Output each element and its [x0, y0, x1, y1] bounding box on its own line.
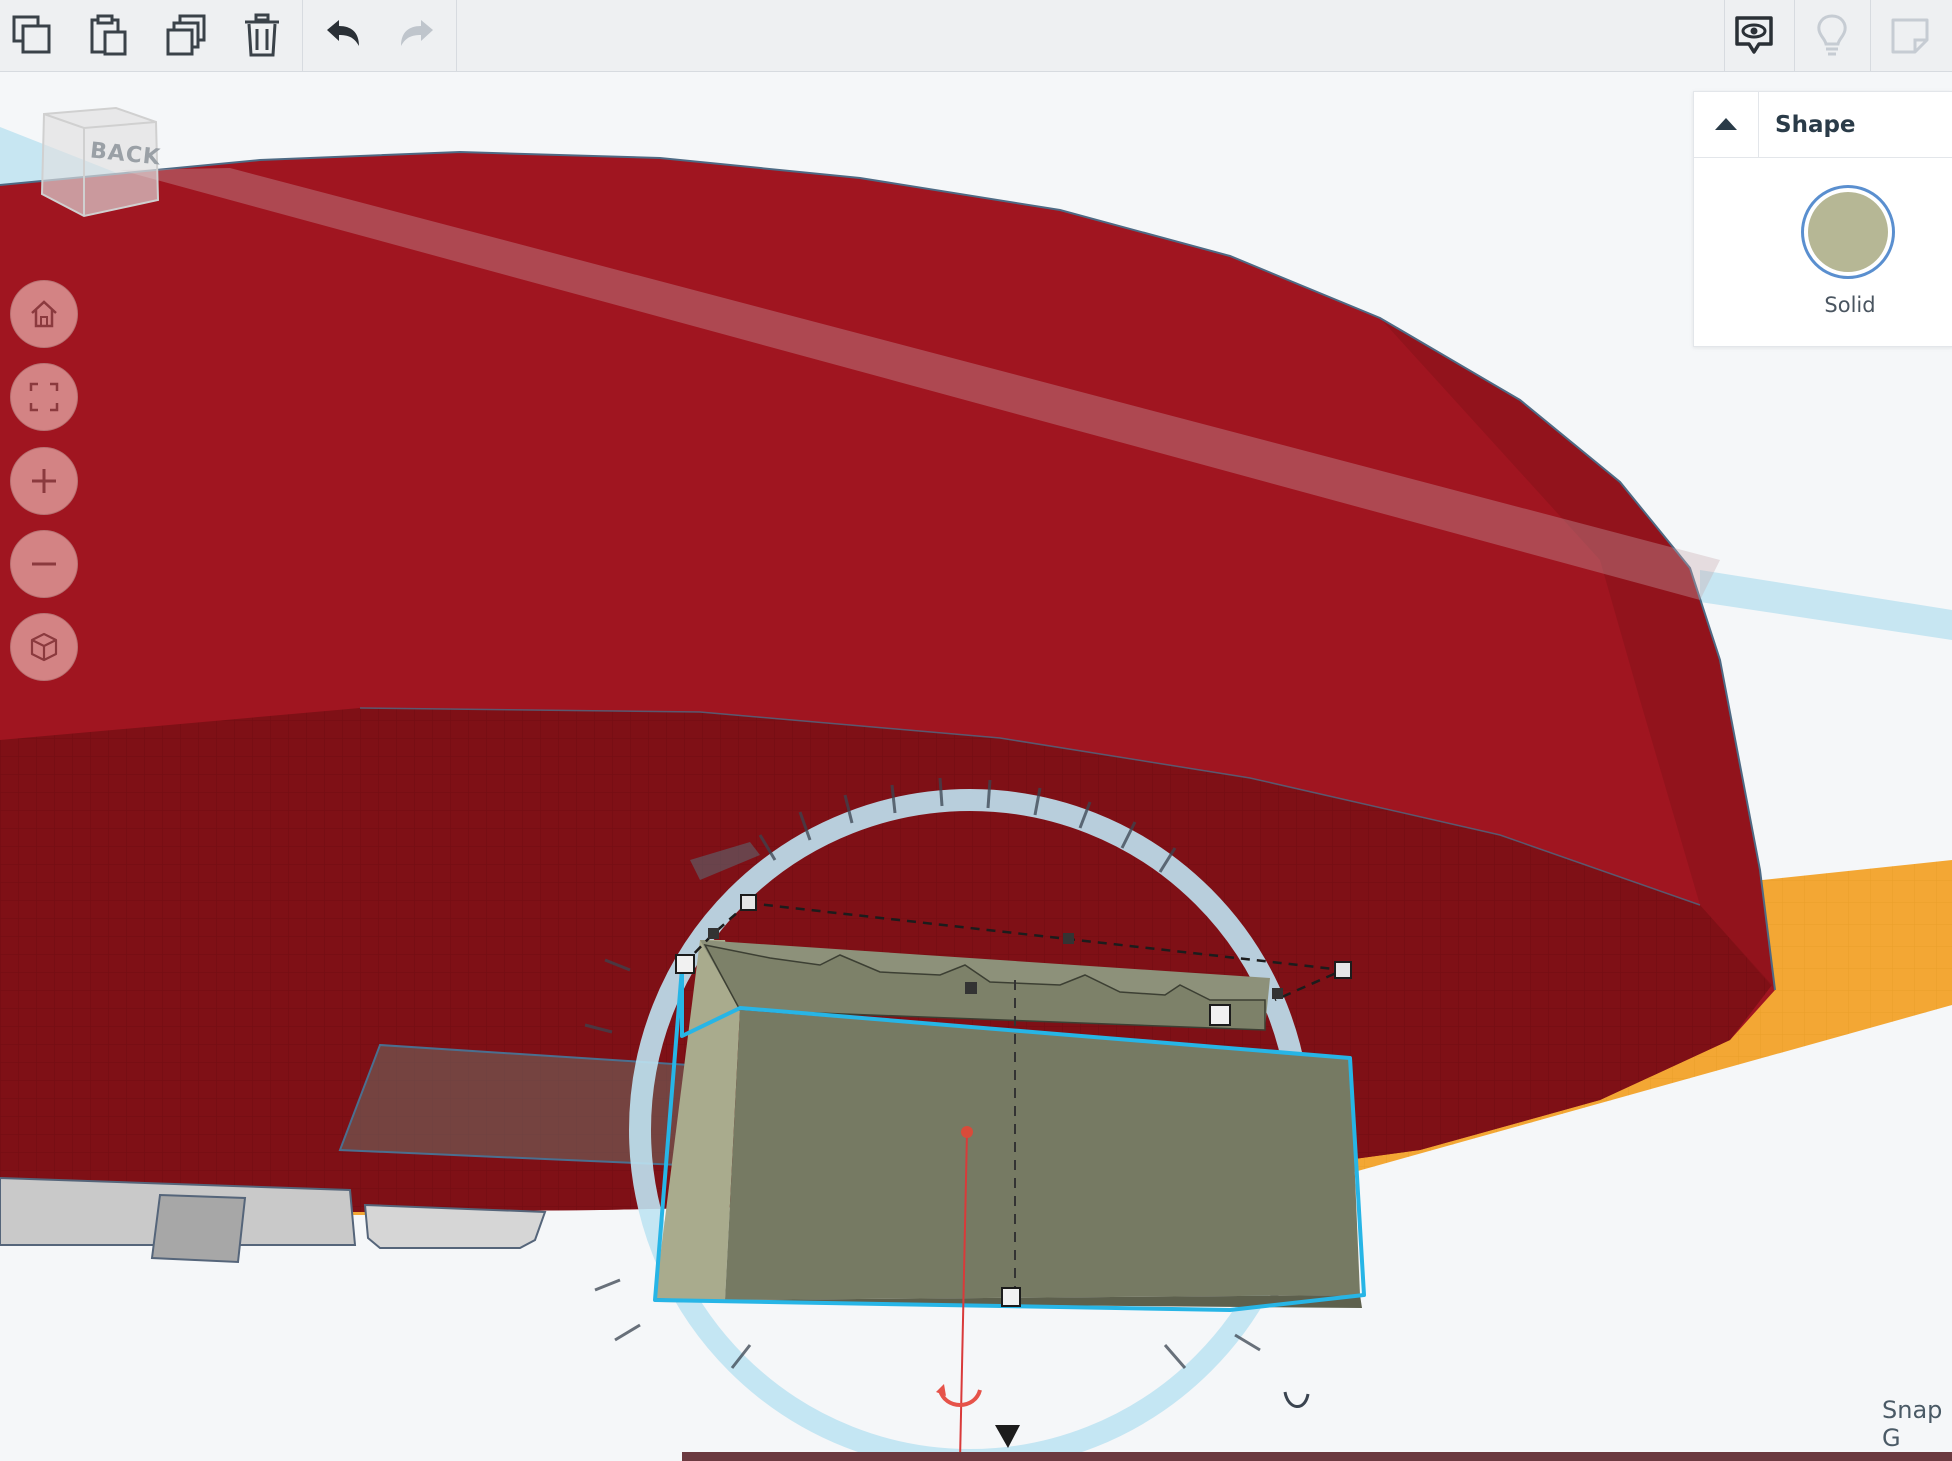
redo-button[interactable]: [388, 6, 448, 64]
resize-handle[interactable]: [1001, 1287, 1021, 1307]
minus-icon: [32, 562, 56, 566]
toolbar-divider: [456, 0, 457, 71]
copy-icon: [12, 15, 51, 54]
main-toolbar: [0, 0, 1952, 72]
solid-color-swatch[interactable]: [1801, 185, 1895, 279]
bottom-strip: [682, 1452, 1952, 1461]
toolbar-divider: [302, 0, 303, 71]
trash-icon: [245, 13, 279, 57]
copy-button[interactable]: [2, 6, 62, 64]
inspector-title: Shape: [1775, 111, 1856, 138]
fit-view-icon: [29, 382, 59, 412]
scene-canvas[interactable]: [0, 72, 1952, 1461]
note-icon: [1891, 18, 1929, 54]
resize-handle[interactable]: [675, 954, 695, 974]
paste-button[interactable]: [78, 6, 138, 64]
home-icon: [31, 300, 57, 328]
olive-shape-front[interactable]: [725, 1010, 1360, 1300]
resize-handle[interactable]: [1334, 961, 1352, 979]
resize-handle[interactable]: [1209, 1004, 1231, 1026]
3d-viewport[interactable]: [0, 72, 1952, 1461]
handle-dot: [965, 982, 977, 994]
grey-post[interactable]: [150, 1193, 247, 1264]
home-view-button[interactable]: [10, 280, 78, 348]
duplicate-icon: [166, 14, 206, 56]
hints-button[interactable]: [1802, 6, 1862, 64]
handle-dot: [708, 928, 719, 939]
snap-grid-label[interactable]: Snap G: [1882, 1396, 1952, 1452]
plus-icon: [32, 469, 56, 493]
inspector-collapse-button[interactable]: [1694, 92, 1759, 157]
toolbar-divider: [1870, 0, 1871, 71]
solid-label[interactable]: Solid: [1694, 293, 1952, 317]
shape-inspector: Shape Solid: [1693, 91, 1952, 347]
triangle-up-icon: [1715, 117, 1737, 130]
lightbulb-icon: [1817, 14, 1847, 56]
zoom-out-button[interactable]: [10, 530, 78, 598]
undo-button[interactable]: [312, 6, 372, 64]
toolbar-divider: [1794, 0, 1795, 71]
notes-button[interactable]: [1880, 6, 1940, 64]
solid-color-fill: [1808, 192, 1888, 272]
perspective-button[interactable]: [10, 613, 78, 681]
duplicate-button[interactable]: [156, 6, 216, 64]
resize-handle[interactable]: [740, 894, 757, 911]
grey-foot[interactable]: [363, 1203, 547, 1249]
cube-icon: [30, 632, 58, 662]
height-axis-origin: [961, 1126, 973, 1138]
paste-icon: [90, 14, 127, 56]
show-all-button[interactable]: [1724, 6, 1784, 64]
redo-icon: [401, 20, 433, 46]
handle-dot: [1272, 988, 1283, 999]
fit-view-button[interactable]: [10, 363, 78, 431]
eye-bubble-icon: [1735, 16, 1773, 54]
inspector-header: Shape: [1694, 92, 1952, 158]
delete-button[interactable]: [232, 6, 292, 64]
handle-dot: [1063, 933, 1074, 944]
zoom-in-button[interactable]: [10, 447, 78, 515]
undo-icon: [327, 20, 359, 46]
